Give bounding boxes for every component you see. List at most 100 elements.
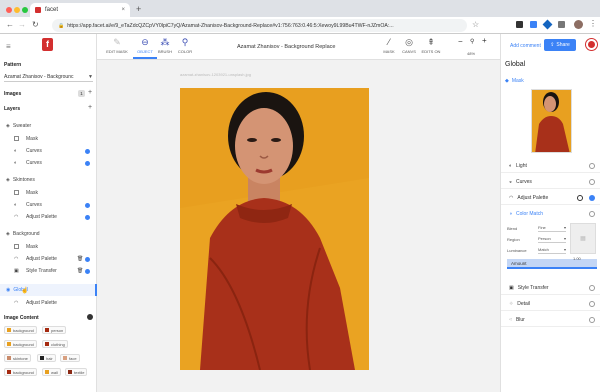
layer-detail[interactable]: ⁘ Detail xyxy=(501,297,600,311)
luminance-select[interactable]: Match ▾ xyxy=(538,246,566,254)
layer-color-match[interactable]: ◑ Color Match xyxy=(501,207,600,221)
content-chip[interactable]: background xyxy=(4,340,37,348)
extension-icon-3[interactable] xyxy=(542,19,553,30)
browser-menu-icon[interactable]: ⋮ xyxy=(589,19,597,28)
layer-enabled-icon[interactable] xyxy=(85,257,90,262)
content-chip[interactable]: background xyxy=(4,326,37,334)
edits-on-toggle[interactable]: ⇞ EDITS ON xyxy=(419,37,443,59)
images-count-badge: 1 xyxy=(78,90,85,97)
color-tool-button[interactable]: ⚲ COLOR xyxy=(173,37,197,59)
url-input[interactable]: 🔒 https://app.facet.ai/e/9_eTaZdcQZCpVY0… xyxy=(52,19,467,32)
zoom-level: 48% xyxy=(467,51,476,56)
toggle-circle-icon[interactable] xyxy=(589,301,595,307)
profile-avatar[interactable] xyxy=(574,20,583,29)
layer-enabled-icon[interactable] xyxy=(85,203,90,208)
content-chip[interactable]: textile xyxy=(65,368,88,376)
layer-enabled-icon[interactable] xyxy=(85,149,90,154)
close-window-icon[interactable] xyxy=(6,7,12,13)
browser-tab[interactable]: facet × xyxy=(30,3,130,17)
content-chip[interactable]: background xyxy=(4,368,37,376)
reference-image-box[interactable]: ▦ xyxy=(570,223,596,254)
zoom-out-button[interactable]: − xyxy=(458,37,463,46)
layer-item-curves[interactable]: ◐ Curves xyxy=(0,199,97,211)
layer-adjust-palette[interactable]: ◠ Adjust Palette xyxy=(501,191,600,205)
amount-value: 1.00 xyxy=(573,256,581,261)
layer-item-style-transfer[interactable]: ▣ Style Transfer 🗑 xyxy=(0,265,97,277)
detail-icon: ⁘ xyxy=(509,300,514,307)
blend-select[interactable]: Fine ▾ xyxy=(538,224,566,232)
zoom-in-button[interactable]: + xyxy=(482,36,487,45)
user-avatar[interactable] xyxy=(586,39,597,50)
content-chip[interactable]: clothing xyxy=(42,340,68,348)
pattern-select[interactable]: Azamat Zhanisov - Backgrounc ▼ xyxy=(4,72,93,82)
trash-icon[interactable]: 🗑 xyxy=(77,256,83,262)
content-chip[interactable]: skintone xyxy=(4,354,31,362)
layer-enabled-icon[interactable] xyxy=(85,215,90,220)
layer-item-adjust-palette[interactable]: ◠ Adjust Palette xyxy=(0,297,97,309)
minimize-window-icon[interactable] xyxy=(14,7,20,13)
forward-icon[interactable]: → xyxy=(18,20,26,29)
toggle-circle-icon[interactable] xyxy=(589,179,595,185)
layer-enabled-icon[interactable] xyxy=(85,269,90,274)
layer-curves[interactable]: ◒ Curves xyxy=(501,175,600,189)
share-button[interactable]: ⇪ Share xyxy=(544,39,576,51)
layer-item-mask[interactable]: Mask xyxy=(0,133,97,145)
content-chip[interactable]: wall xyxy=(42,368,61,376)
trash-icon[interactable]: 🗑 xyxy=(77,268,83,274)
amount-label: Amount xyxy=(511,261,527,266)
mask-thumbnail[interactable] xyxy=(531,89,572,153)
content-chip[interactable]: face xyxy=(60,354,80,362)
add-comment-link[interactable]: Add comment xyxy=(510,43,541,49)
toggle-circle-icon[interactable] xyxy=(589,285,595,291)
layer-item-adjust-palette[interactable]: ◠ Adjust Palette xyxy=(0,211,97,223)
toggle-circle-icon[interactable] xyxy=(589,163,595,169)
left-sidebar: ≡ f Pattern Azamat Zhanisov - Backgrounc… xyxy=(0,34,97,392)
layer-group-sweater[interactable]: ◈ Sweater xyxy=(0,120,97,132)
layer-group-global[interactable]: ◉ Global ☝ xyxy=(0,284,97,296)
layers-stack-icon: ◈ xyxy=(6,123,10,129)
palette-icon: ◠ xyxy=(509,194,514,201)
toggle-circle-icon[interactable] xyxy=(589,317,595,323)
layer-blur[interactable]: ⁖ Blur xyxy=(501,313,600,327)
tab-close-icon[interactable]: × xyxy=(121,7,125,13)
region-select[interactable]: Person ▾ xyxy=(538,235,566,243)
edit-mask-button[interactable]: ✎ EDIT MASK xyxy=(105,37,129,59)
layer-style-transfer[interactable]: ▣ Style Transfer xyxy=(501,281,600,295)
layer-item-curves[interactable]: ◐ Curves xyxy=(0,145,97,157)
layers-add-icon[interactable]: + xyxy=(88,104,92,111)
search-icon[interactable]: ⚲ xyxy=(470,38,474,45)
content-chip[interactable]: person xyxy=(42,326,67,334)
layer-light[interactable]: ◐ Light xyxy=(501,159,600,173)
new-tab-button[interactable]: + xyxy=(136,4,141,14)
layer-item-mask[interactable]: Mask xyxy=(0,241,97,253)
image-canvas[interactable]: azamat-zhanisov-1203921-unsplash.jpg xyxy=(97,60,500,392)
extension-icon-2[interactable] xyxy=(530,21,537,28)
toggle-circle-icon[interactable] xyxy=(589,211,595,217)
layer-enabled-icon[interactable] xyxy=(85,161,90,166)
images-add-icon[interactable]: + xyxy=(88,89,92,96)
bookmark-star-icon[interactable]: ☆ xyxy=(472,20,479,29)
extension-icon-1[interactable] xyxy=(516,21,523,28)
layer-group-skintones[interactable]: ◈ Skintones xyxy=(0,174,97,186)
reload-icon[interactable]: ↻ xyxy=(32,20,39,29)
extension-icon-4[interactable] xyxy=(558,21,565,28)
canvas-view-button[interactable]: ◎ CANVS xyxy=(397,37,421,59)
facet-logo[interactable]: f xyxy=(42,38,53,51)
portrait-photo[interactable] xyxy=(180,88,369,370)
hamburger-menu-icon[interactable]: ≡ xyxy=(6,42,11,51)
refresh-icon[interactable] xyxy=(577,195,583,201)
document-title[interactable]: Azamat Zhanisov - Background Replace xyxy=(237,44,335,50)
content-chip[interactable]: hair xyxy=(37,354,56,362)
amount-slider[interactable]: Amount 1.00 xyxy=(507,256,597,269)
layer-item-adjust-palette[interactable]: ◠ Adjust Palette 🗑 xyxy=(0,253,97,265)
layer-group-background[interactable]: ◈ Background xyxy=(0,228,97,240)
maximize-window-icon[interactable] xyxy=(22,7,28,13)
layer-item-mask[interactable]: Mask xyxy=(0,187,97,199)
back-icon[interactable]: ← xyxy=(6,20,14,29)
chevron-down-icon[interactable] xyxy=(87,314,93,320)
layer-item-curves[interactable]: ◐ Curves xyxy=(0,157,97,169)
mask-section-header[interactable]: ◆ Mask xyxy=(501,76,600,86)
layer-item-label: Adjust Palette xyxy=(26,300,57,306)
layer-enabled-icon[interactable] xyxy=(589,195,595,201)
curves-icon: ◒ xyxy=(509,178,513,185)
